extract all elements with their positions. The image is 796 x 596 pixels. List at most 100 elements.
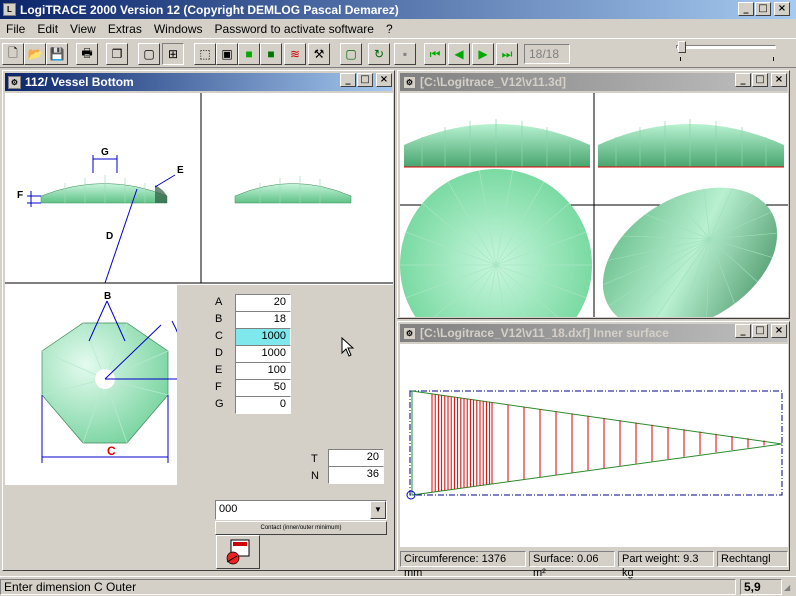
label-B: B xyxy=(104,291,111,302)
view3d-titlebar[interactable]: ⚙ [C:\Logitrace_V12\v11.3d] xyxy=(400,73,787,91)
prev-page-icon[interactable]: ◀ xyxy=(448,43,470,65)
menu-file[interactable]: File xyxy=(0,22,31,36)
dim-field-A[interactable]: 20 xyxy=(235,294,291,312)
dim-field-C[interactable]: 1000 xyxy=(235,328,291,346)
label-E: E xyxy=(177,165,184,176)
print-icon[interactable]: 🖶 xyxy=(76,43,98,65)
view3d-window: ⚙ [C:\Logitrace_V12\v11.3d] _ □ × xyxy=(397,70,790,361)
hidden-line-cube-icon[interactable]: ▣ xyxy=(216,43,238,65)
page-counter: 18/18 xyxy=(524,44,570,64)
field-N[interactable]: 36 xyxy=(328,466,384,484)
zoom-slider-ticks xyxy=(680,57,774,61)
vessel-close-button[interactable]: × xyxy=(376,73,392,87)
app-title-bar[interactable]: L LogiTRACE 2000 Version 12 (Copyright D… xyxy=(0,0,796,19)
view3d-minimize-button[interactable]: _ xyxy=(735,73,751,87)
app-title: LogiTRACE 2000 Version 12 (Copyright DEM… xyxy=(20,2,399,17)
dome-iso-view xyxy=(602,187,778,331)
dxf-svg xyxy=(406,390,783,500)
info-mode: Rechtangl xyxy=(717,551,788,567)
dxf-close-button[interactable]: × xyxy=(771,324,787,338)
sketch-bottom-gap xyxy=(177,285,201,485)
material-combo[interactable]: 000 ▼ xyxy=(215,500,387,520)
dim-field-B[interactable]: 18 xyxy=(235,311,291,329)
cap-front-view xyxy=(40,183,168,204)
label-G: G xyxy=(101,147,109,158)
maximize-button[interactable]: □ xyxy=(755,2,771,16)
field-T[interactable]: 20 xyxy=(328,449,384,467)
label-D: D xyxy=(106,231,113,242)
new-file-icon[interactable]: 🗋 xyxy=(2,43,24,65)
dxf-canvas[interactable] xyxy=(400,344,788,547)
first-page-icon[interactable]: ⏮ xyxy=(424,43,446,65)
tool-icon[interactable]: ⚒ xyxy=(308,43,330,65)
dxf-maximize-button[interactable]: □ xyxy=(752,324,768,338)
vessel-bottom-window: ⚙ 112/ Vessel Bottom _ □ × G E F D B C A… xyxy=(2,70,395,571)
label-N: N xyxy=(311,470,319,482)
solid-cube-icon[interactable]: ■ xyxy=(260,43,282,65)
calculator-icon[interactable] xyxy=(216,535,260,569)
toolbar: 🗋 📂 💾 🖶 ❐ ▢ ⊞ ⬚ ▣ ■ ■ ≋ ⚒ ▢ ↻ ▪ ⏮ ◀ ▶ ⏭ … xyxy=(0,38,796,68)
view3d-window-icon: ⚙ xyxy=(403,75,416,89)
dim-field-F[interactable]: 50 xyxy=(235,379,291,397)
dxf-title: [C:\Logitrace_V12\v11_18.dxf] Inner surf… xyxy=(420,326,669,340)
wireframe-cube-icon[interactable]: ⬚ xyxy=(194,43,216,65)
copy-icon[interactable]: ❐ xyxy=(106,43,128,65)
size-grip-icon[interactable]: ◢ xyxy=(784,583,794,595)
vessel-window-title: 112/ Vessel Bottom xyxy=(25,75,134,89)
zoom-slider-thumb[interactable] xyxy=(678,41,686,53)
material-combo-value: 000 xyxy=(219,503,238,515)
vessel-maximize-button[interactable]: □ xyxy=(357,73,373,87)
status-version: 5,9 xyxy=(740,579,782,595)
dome-side xyxy=(598,124,784,167)
menu-edit[interactable]: Edit xyxy=(31,22,64,36)
dome-front xyxy=(404,124,590,167)
vessel-minimize-button[interactable]: _ xyxy=(340,73,356,87)
minimize-button[interactable]: _ xyxy=(738,2,754,16)
menu-password[interactable]: Password to activate software xyxy=(209,22,380,36)
label-T: T xyxy=(311,453,318,465)
dxf-minimize-button[interactable]: _ xyxy=(735,324,751,338)
view3d-canvas[interactable] xyxy=(400,93,788,361)
next-page-icon[interactable]: ▶ xyxy=(472,43,494,65)
dome-top-view xyxy=(400,169,592,361)
info-circumference: Circumference: 1376 mm xyxy=(400,551,526,579)
dxf-info-bar: Circumference: 1376 mm Surface: 0.06 m² … xyxy=(400,549,788,579)
shaded-cube-icon[interactable]: ■ xyxy=(238,43,260,65)
contact-button[interactable]: Contact (inner/outer minimum) xyxy=(215,521,387,535)
menu-view[interactable]: View xyxy=(64,22,102,36)
dim-label-B: B xyxy=(215,313,223,325)
view3d-close-button[interactable]: × xyxy=(771,73,787,87)
open-folder-icon[interactable]: 📂 xyxy=(24,43,46,65)
frame-icon[interactable]: ▢ xyxy=(340,43,362,65)
status-bar: Enter dimension C Outer 5,9 ◢ xyxy=(0,576,796,596)
view3d-svg xyxy=(400,93,788,361)
menu-help[interactable]: ? xyxy=(380,22,399,36)
last-page-icon[interactable]: ⏭ xyxy=(496,43,518,65)
vessel-window-titlebar[interactable]: ⚙ 112/ Vessel Bottom xyxy=(5,73,392,91)
dxf-titlebar[interactable]: ⚙ [C:\Logitrace_V12\v11_18.dxf] Inner su… xyxy=(400,324,787,342)
mouse-cursor-icon xyxy=(341,337,355,357)
color-stripes-icon[interactable]: ≋ xyxy=(284,43,306,65)
view3d-maximize-button[interactable]: □ xyxy=(752,73,768,87)
cap-side-view xyxy=(234,183,352,204)
app-logo-icon: L xyxy=(3,3,16,16)
dim-label-G: G xyxy=(215,398,224,410)
menu-extras[interactable]: Extras xyxy=(102,22,148,36)
dim-label-A: A xyxy=(215,296,223,308)
save-icon[interactable]: 💾 xyxy=(46,43,68,65)
dim-field-E[interactable]: 100 xyxy=(235,362,291,380)
disabled-tool-icon[interactable]: ▪ xyxy=(394,43,416,65)
menu-windows[interactable]: Windows xyxy=(148,22,209,36)
rotate-icon[interactable]: ↻ xyxy=(368,43,390,65)
dim-field-G[interactable]: 0 xyxy=(235,396,291,414)
status-message: Enter dimension C Outer xyxy=(0,579,736,595)
combo-dropdown-icon[interactable]: ▼ xyxy=(370,501,386,519)
dxf-window: ⚙ [C:\Logitrace_V12\v11_18.dxf] Inner su… xyxy=(397,321,790,579)
zoom-slider-track[interactable] xyxy=(676,45,776,49)
dim-field-D[interactable]: 1000 xyxy=(235,345,291,363)
vessel-window-icon: ⚙ xyxy=(8,75,21,89)
quad-view-icon[interactable]: ⊞ xyxy=(162,43,184,65)
dim-label-C: C xyxy=(215,330,223,342)
single-view-icon[interactable]: ▢ xyxy=(138,43,160,65)
close-button[interactable]: × xyxy=(774,2,790,16)
